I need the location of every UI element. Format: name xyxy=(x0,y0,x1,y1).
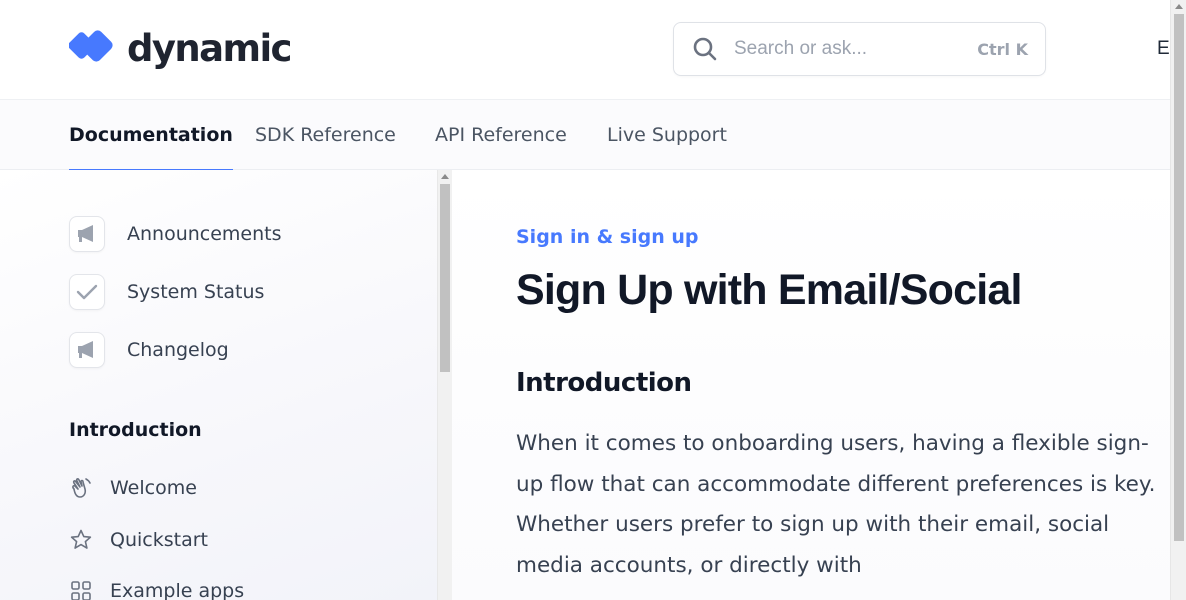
sidebar-item-label: System Status xyxy=(127,281,265,303)
header-cutoff-text[interactable]: E xyxy=(1157,38,1170,60)
megaphone-icon xyxy=(69,216,105,252)
search-shortcut: Ctrl K xyxy=(977,39,1028,59)
search-placeholder: Search or ask... xyxy=(734,38,868,59)
sidebar-scrollbar-thumb[interactable] xyxy=(440,184,450,372)
scroll-up-arrow-icon[interactable] xyxy=(1175,4,1183,9)
sidebar-item-label: Example apps xyxy=(110,580,245,600)
search-input[interactable]: Search or ask... Ctrl K xyxy=(673,22,1046,76)
top-header: dynamic Search or ask... Ctrl K E xyxy=(0,0,1170,100)
dynamic-logo-icon xyxy=(69,30,113,62)
logo-text: dynamic xyxy=(127,27,292,70)
tab-documentation[interactable]: Documentation xyxy=(69,100,233,171)
breadcrumb: Sign in & sign up xyxy=(516,226,699,248)
page-scrollbar-thumb[interactable] xyxy=(1174,14,1184,541)
tab-bar: Documentation SDK Reference API Referenc… xyxy=(0,100,1170,171)
sidebar: Announcements System Status Changelog In… xyxy=(0,170,437,600)
tab-sdk-reference[interactable]: SDK Reference xyxy=(255,100,396,170)
tab-live-support[interactable]: Live Support xyxy=(607,100,727,170)
sidebar-section-title: Introduction xyxy=(69,419,202,441)
waving-hand-icon xyxy=(72,478,91,498)
sidebar-item-example-apps[interactable]: Example apps xyxy=(69,577,244,600)
sidebar-item-label: Announcements xyxy=(127,223,282,245)
sidebar-item-label: Welcome xyxy=(110,477,197,499)
sidebar-item-system-status[interactable]: System Status xyxy=(69,274,264,310)
sidebar-item-quickstart[interactable]: Quickstart xyxy=(69,526,208,554)
sidebar-item-changelog[interactable]: Changelog xyxy=(69,332,229,368)
sidebar-scrollbar[interactable] xyxy=(437,170,452,600)
scroll-up-arrow-icon[interactable] xyxy=(441,174,449,179)
star-icon xyxy=(70,529,92,549)
check-icon xyxy=(69,274,105,310)
grid-icon xyxy=(71,581,91,600)
megaphone-icon xyxy=(69,332,105,368)
page-title: Sign Up with Email/Social xyxy=(516,266,1022,314)
page-scrollbar[interactable] xyxy=(1170,0,1186,600)
search-icon xyxy=(693,37,717,61)
sidebar-item-label: Changelog xyxy=(127,339,229,361)
tab-api-reference[interactable]: API Reference xyxy=(435,100,567,170)
intro-paragraph: When it comes to onboarding users, havin… xyxy=(516,431,1156,579)
logo[interactable]: dynamic xyxy=(69,26,292,72)
main-content: Sign in & sign up Sign Up with Email/Soc… xyxy=(452,170,1170,600)
sidebar-item-announcements[interactable]: Announcements xyxy=(69,216,282,252)
sidebar-item-label: Quickstart xyxy=(110,529,208,551)
section-heading: Introduction xyxy=(516,368,692,398)
sidebar-item-welcome[interactable]: Welcome xyxy=(69,474,197,502)
